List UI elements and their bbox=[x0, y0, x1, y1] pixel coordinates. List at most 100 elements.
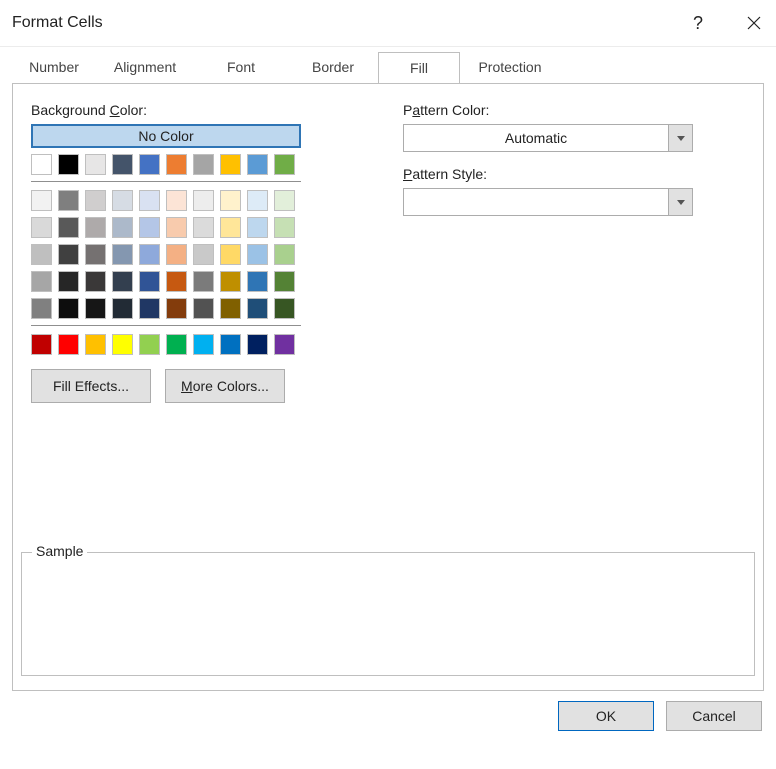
no-color-button[interactable]: No Color bbox=[31, 124, 301, 148]
color-swatch[interactable] bbox=[139, 271, 160, 292]
color-swatch[interactable] bbox=[274, 271, 295, 292]
color-swatch[interactable] bbox=[247, 154, 268, 175]
color-swatch[interactable] bbox=[193, 271, 214, 292]
color-swatch[interactable] bbox=[193, 154, 214, 175]
color-swatch[interactable] bbox=[220, 244, 241, 265]
chevron-down-icon bbox=[668, 125, 692, 151]
color-swatch[interactable] bbox=[58, 244, 79, 265]
color-swatch[interactable] bbox=[139, 334, 160, 355]
color-swatch[interactable] bbox=[274, 244, 295, 265]
color-swatch[interactable] bbox=[274, 217, 295, 238]
color-swatch[interactable] bbox=[31, 190, 52, 211]
color-swatch[interactable] bbox=[139, 298, 160, 319]
pattern-color-dropdown[interactable]: Automatic bbox=[403, 124, 693, 152]
color-swatch[interactable] bbox=[112, 154, 133, 175]
color-swatch[interactable] bbox=[166, 271, 187, 292]
color-swatch[interactable] bbox=[58, 190, 79, 211]
tab-protection[interactable]: Protection bbox=[460, 51, 560, 83]
cancel-button[interactable]: Cancel bbox=[666, 701, 762, 731]
color-swatch[interactable] bbox=[193, 244, 214, 265]
color-swatch[interactable] bbox=[220, 298, 241, 319]
tab-fill[interactable]: Fill bbox=[378, 52, 460, 84]
pattern-color-label: Pattern Color: bbox=[403, 102, 745, 118]
color-swatch[interactable] bbox=[31, 217, 52, 238]
tab-font[interactable]: Font bbox=[194, 51, 288, 83]
tab-panel: Background Color: No Color Fill Effects.… bbox=[12, 83, 764, 691]
fill-effects-button[interactable]: Fill Effects... bbox=[31, 369, 151, 403]
close-button[interactable] bbox=[740, 9, 768, 37]
tab-border[interactable]: Border bbox=[288, 51, 378, 83]
tab-number[interactable]: Number bbox=[12, 51, 96, 83]
color-swatch[interactable] bbox=[220, 154, 241, 175]
color-swatch[interactable] bbox=[85, 271, 106, 292]
color-swatch[interactable] bbox=[85, 334, 106, 355]
color-swatch[interactable] bbox=[166, 334, 187, 355]
color-swatch[interactable] bbox=[58, 298, 79, 319]
color-swatch[interactable] bbox=[112, 334, 133, 355]
color-swatch[interactable] bbox=[220, 217, 241, 238]
color-swatch[interactable] bbox=[58, 334, 79, 355]
help-button[interactable]: ? bbox=[684, 9, 712, 37]
sample-box: Sample bbox=[21, 552, 755, 676]
color-swatch[interactable] bbox=[166, 190, 187, 211]
color-swatch[interactable] bbox=[247, 190, 268, 211]
color-swatch[interactable] bbox=[220, 334, 241, 355]
color-swatch[interactable] bbox=[247, 334, 268, 355]
color-swatch[interactable] bbox=[58, 217, 79, 238]
color-swatch[interactable] bbox=[85, 244, 106, 265]
color-swatch[interactable] bbox=[112, 298, 133, 319]
color-swatch[interactable] bbox=[85, 217, 106, 238]
color-swatch[interactable] bbox=[220, 271, 241, 292]
color-swatch[interactable] bbox=[112, 190, 133, 211]
color-swatch[interactable] bbox=[85, 154, 106, 175]
more-colors-button[interactable]: More Colors... bbox=[165, 369, 285, 403]
titlebar-separator bbox=[0, 46, 776, 47]
color-swatch[interactable] bbox=[193, 298, 214, 319]
color-swatch[interactable] bbox=[247, 244, 268, 265]
color-swatch[interactable] bbox=[274, 298, 295, 319]
color-swatch[interactable] bbox=[139, 244, 160, 265]
color-swatch[interactable] bbox=[220, 190, 241, 211]
pattern-style-value bbox=[404, 189, 668, 215]
color-swatch[interactable] bbox=[274, 334, 295, 355]
sample-label: Sample bbox=[32, 543, 87, 559]
background-color-section: Background Color: No Color Fill Effects.… bbox=[31, 102, 381, 403]
color-swatch[interactable] bbox=[247, 298, 268, 319]
pattern-style-label: Pattern Style: bbox=[403, 166, 745, 182]
pattern-style-dropdown[interactable] bbox=[403, 188, 693, 216]
tab-alignment[interactable]: Alignment bbox=[96, 51, 194, 83]
color-swatch[interactable] bbox=[139, 190, 160, 211]
color-swatch[interactable] bbox=[31, 244, 52, 265]
chevron-down-icon bbox=[668, 189, 692, 215]
color-swatch[interactable] bbox=[112, 217, 133, 238]
color-swatch[interactable] bbox=[166, 244, 187, 265]
color-swatch[interactable] bbox=[112, 271, 133, 292]
color-swatch[interactable] bbox=[85, 298, 106, 319]
color-swatch[interactable] bbox=[166, 298, 187, 319]
titlebar-controls: ? bbox=[684, 0, 768, 46]
color-swatch[interactable] bbox=[31, 298, 52, 319]
ok-button[interactable]: OK bbox=[558, 701, 654, 731]
color-swatch[interactable] bbox=[193, 190, 214, 211]
color-swatch[interactable] bbox=[139, 217, 160, 238]
color-swatch[interactable] bbox=[139, 154, 160, 175]
color-swatch[interactable] bbox=[247, 217, 268, 238]
dialog-footer: OK Cancel bbox=[0, 691, 776, 731]
color-swatch[interactable] bbox=[58, 154, 79, 175]
color-swatch[interactable] bbox=[166, 217, 187, 238]
color-swatch[interactable] bbox=[31, 271, 52, 292]
color-swatch[interactable] bbox=[112, 244, 133, 265]
color-swatch[interactable] bbox=[166, 154, 187, 175]
color-swatch[interactable] bbox=[58, 271, 79, 292]
color-swatch[interactable] bbox=[274, 154, 295, 175]
close-icon bbox=[747, 16, 761, 30]
color-swatch[interactable] bbox=[85, 190, 106, 211]
color-swatch[interactable] bbox=[31, 154, 52, 175]
tabs: Number Alignment Font Border Fill Protec… bbox=[0, 51, 776, 83]
background-color-label: Background Color: bbox=[31, 102, 381, 118]
color-swatch[interactable] bbox=[274, 190, 295, 211]
color-swatch[interactable] bbox=[193, 334, 214, 355]
color-swatch[interactable] bbox=[31, 334, 52, 355]
color-swatch[interactable] bbox=[193, 217, 214, 238]
color-swatch[interactable] bbox=[247, 271, 268, 292]
